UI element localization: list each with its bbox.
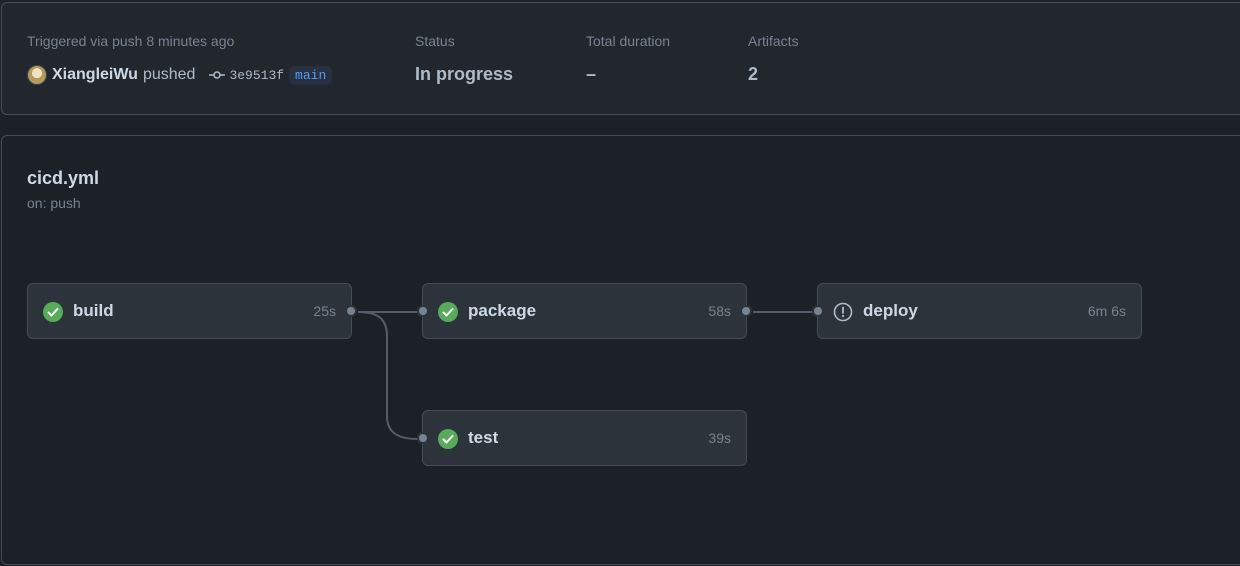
duration-label: Total duration <box>586 33 671 49</box>
job-name: build <box>73 301 114 320</box>
duration-section: Total duration – <box>586 32 671 84</box>
job-dependency-lines <box>357 311 813 440</box>
job-package[interactable]: package 58s <box>417 283 752 339</box>
check-circle-icon <box>43 302 63 322</box>
job-duration: 58s <box>708 303 731 319</box>
trigger-section: Triggered via push 8 minutes ago Xiangle… <box>27 32 333 85</box>
trigger-details: XiangleiWu pushed 3e9513f main <box>27 63 333 87</box>
workflow-graph: cicd.yml on: push build 25s package 58s <box>1 135 1240 565</box>
artifacts-label: Artifacts <box>748 33 799 49</box>
trigger-label: Triggered via push 8 minutes ago <box>27 33 235 49</box>
status-value: In progress <box>415 64 514 84</box>
input-port <box>417 432 429 444</box>
avatar[interactable] <box>27 65 47 85</box>
job-duration: 6m 6s <box>1087 303 1126 319</box>
branch-badge[interactable]: main <box>289 65 333 85</box>
job-name: deploy <box>863 301 918 320</box>
input-port <box>417 305 429 317</box>
git-commit-icon <box>209 71 226 79</box>
run-summary: Triggered via push 8 minutes ago Xiangle… <box>1 2 1240 115</box>
job-name: package <box>468 301 537 320</box>
job-duration: 25s <box>313 303 336 319</box>
status-section: Status In progress <box>415 32 513 84</box>
input-port <box>812 305 824 317</box>
job-name: test <box>468 428 499 447</box>
job-test[interactable]: test 39s <box>417 410 747 466</box>
output-port <box>740 305 752 317</box>
job-duration: 39s <box>708 430 731 446</box>
check-circle-icon <box>438 302 458 322</box>
job-deploy[interactable]: deploy 6m 6s <box>812 283 1142 339</box>
check-circle-icon <box>438 429 458 449</box>
alert-circle-icon <box>833 302 853 322</box>
status-label: Status <box>415 33 455 49</box>
commit-sha-link[interactable]: 3e9513f <box>229 68 284 83</box>
output-port <box>345 305 357 317</box>
job-build[interactable]: build 25s <box>27 283 357 339</box>
artifacts-count[interactable]: 2 <box>748 63 758 85</box>
user-link[interactable]: XiangleiWu <box>52 66 138 84</box>
push-action-text: pushed <box>142 66 196 83</box>
artifacts-section: Artifacts 2 <box>748 32 799 84</box>
duration-value: – <box>586 64 597 84</box>
